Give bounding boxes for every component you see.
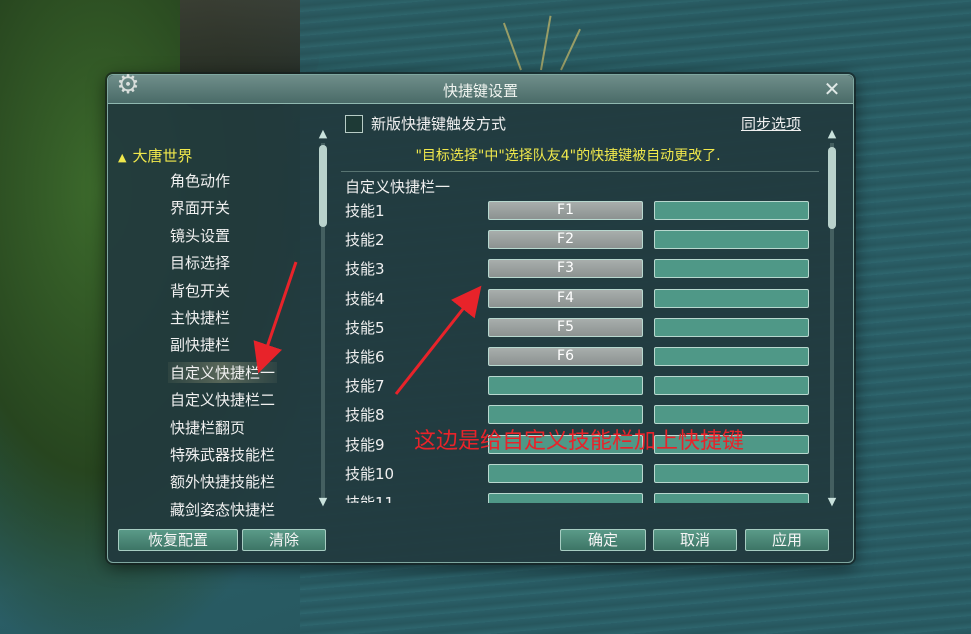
- annotation-text: 这边是给自定义技能栏加上快捷键: [414, 429, 745, 454]
- annotation-arrow-left: [253, 261, 298, 374]
- annotation-arrows: [253, 261, 482, 395]
- annotation-arrow-right: [394, 285, 482, 395]
